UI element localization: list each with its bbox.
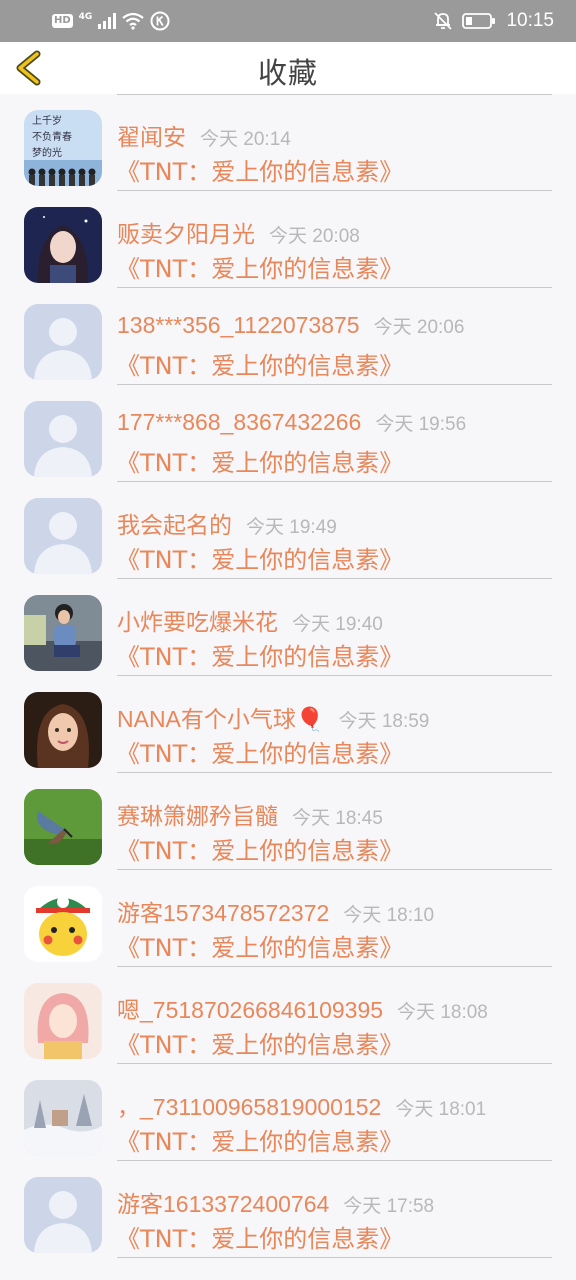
work-title: 《TNT：爱上你的信息素》 [116, 740, 404, 768]
row-divider [117, 1257, 552, 1258]
work-title: 《TNT：爱上你的信息素》 [116, 158, 404, 186]
avatar[interactable] [24, 498, 102, 574]
timestamp: 今天 18:45 [292, 808, 383, 829]
work-title: 《TNT：爱上你的信息素》 [116, 643, 404, 671]
avatar[interactable] [24, 789, 102, 865]
wifi-icon [122, 12, 145, 30]
work-title: 《TNT：爱上你的信息素》 [116, 1128, 404, 1156]
work-title: 《TNT：爱上你的信息素》 [116, 934, 404, 962]
list-item[interactable]: ，_731100965819000152 今天 18:01 《TNT：爱上你的信息… [0, 1064, 576, 1161]
list-item[interactable]: 游客1573478572372 今天 18:10 《TNT：爱上你的信息素》 [0, 870, 576, 967]
user-name-text: ，_731100965819000152 [117, 1094, 382, 1120]
avatar[interactable] [24, 401, 102, 477]
user-name-text: 177***868_8367432266 [117, 409, 362, 435]
list-item[interactable]: 上千岁不负青春 梦的光 翟闻安 今天 20:14 《TNT：爱上你的信息素》 [0, 94, 576, 191]
signal-icon [98, 13, 117, 29]
list-item[interactable]: 我会起名的 今天 19:49 《TNT：爱上你的信息素》 [0, 482, 576, 579]
user-name-text: 我会起名的 [117, 512, 232, 538]
status-time: 10:15 [506, 10, 554, 31]
list-item[interactable]: 贩卖夕阳月光 今天 20:08 《TNT：爱上你的信息素》 [0, 191, 576, 288]
work-title: 《TNT：爱上你的信息素》 [116, 449, 404, 477]
svg-text:梦的光: 梦的光 [32, 146, 62, 159]
status-right: 10:15 [434, 9, 554, 33]
user-name-text: 游客1613372400764 [117, 1191, 330, 1217]
work-title: 《TNT：爱上你的信息素》 [116, 837, 404, 865]
mute-bell-icon [434, 12, 453, 30]
avatar[interactable] [24, 692, 102, 768]
favorites-list: 上千岁不负青春 梦的光 翟闻安 今天 20:14 《TNT：爱上你的信息素》 贩卖… [0, 94, 576, 1258]
timestamp: 今天 19:56 [375, 414, 467, 435]
user-name: 小炸要吃爆米花 今天 19:40 [117, 603, 383, 637]
list-item[interactable]: NANA有个小气球🎈 今天 18:59 《TNT：爱上你的信息素》 [0, 676, 576, 773]
avatar[interactable] [24, 983, 102, 1059]
timestamp: 今天 18:10 [343, 905, 435, 926]
avatar[interactable] [24, 595, 102, 671]
user-name-text: 138***356_1122073875 [117, 312, 360, 338]
user-name: 138***356_1122073875 今天 20:06 [117, 312, 464, 339]
work-title: 《TNT：爱上你的信息素》 [116, 352, 404, 380]
timestamp: 今天 20:06 [373, 317, 465, 338]
user-name-text: 翟闻安 [117, 124, 186, 150]
user-name: 游客1573478572372 今天 18:10 [117, 894, 434, 928]
work-title: 《TNT：爱上你的信息素》 [116, 255, 404, 283]
work-title: 《TNT：爱上你的信息素》 [116, 546, 404, 574]
k-circle-icon [150, 11, 170, 31]
avatar[interactable]: 上千岁不负青春 梦的光 [24, 110, 102, 186]
status-bar: HD 4G 10:15 [0, 0, 576, 42]
user-name: 我会起名的 今天 19:49 [117, 506, 337, 540]
status-left: HD 4G [52, 9, 170, 33]
timestamp: 今天 19:40 [292, 614, 383, 635]
list-item[interactable]: 赛琳箫娜矜旨髓 今天 18:45 《TNT：爱上你的信息素》 [0, 773, 576, 870]
list-item[interactable]: 177***868_8367432266 今天 19:56 《TNT：爱上你的信息… [0, 385, 576, 482]
list-item[interactable]: 嗯_751870266846109395 今天 18:08 《TNT：爱上你的信息… [0, 967, 576, 1064]
user-name-text: 游客1573478572372 [117, 900, 330, 926]
hd-badge: HD [52, 14, 73, 28]
timestamp: 今天 18:59 [338, 711, 430, 732]
user-name: 177***868_8367432266 今天 19:56 [117, 409, 466, 436]
avatar[interactable] [24, 1080, 102, 1156]
user-name-text: NANA有个小气球🎈 [117, 706, 325, 732]
work-title: 《TNT：爱上你的信息素》 [116, 1225, 404, 1253]
user-name: 翟闻安 今天 20:14 [117, 118, 291, 152]
svg-text:上千岁: 上千岁 [32, 114, 62, 127]
user-name-text: 赛琳箫娜矜旨髓 [117, 803, 278, 829]
page-title: 收藏 [257, 56, 318, 90]
user-name: 赛琳箫娜矜旨髓 今天 18:45 [117, 797, 383, 831]
user-name: 嗯_751870266846109395 今天 18:08 [117, 991, 488, 1025]
timestamp: 今天 20:14 [200, 129, 291, 150]
list-item[interactable]: 小炸要吃爆米花 今天 19:40 《TNT：爱上你的信息素》 [0, 579, 576, 676]
user-name: NANA有个小气球🎈 今天 18:59 [117, 700, 429, 734]
timestamp: 今天 18:01 [395, 1099, 487, 1120]
avatar[interactable] [24, 304, 102, 380]
list-item[interactable]: 游客1613372400764 今天 17:58 《TNT：爱上你的信息素》 [0, 1161, 576, 1258]
user-name: 游客1613372400764 今天 17:58 [117, 1185, 434, 1219]
timestamp: 今天 17:58 [343, 1196, 435, 1217]
battery-icon [462, 13, 496, 29]
user-name-text: 嗯_751870266846109395 [117, 997, 384, 1023]
user-name-text: 贩卖夕阳月光 [117, 221, 255, 247]
timestamp: 今天 19:49 [246, 517, 337, 538]
list-item[interactable]: 138***356_1122073875 今天 20:06 《TNT：爱上你的信息… [0, 288, 576, 385]
svg-text:不负青春: 不负青春 [32, 130, 72, 143]
user-name: ，_731100965819000152 今天 18:01 [117, 1088, 486, 1122]
avatar[interactable] [24, 1177, 102, 1253]
work-title: 《TNT：爱上你的信息素》 [116, 1031, 404, 1059]
timestamp: 今天 18:08 [397, 1002, 488, 1023]
user-name: 贩卖夕阳月光 今天 20:08 [117, 215, 360, 249]
user-name-text: 小炸要吃爆米花 [117, 609, 278, 635]
timestamp: 今天 20:08 [269, 226, 360, 247]
avatar[interactable] [24, 886, 102, 962]
avatar[interactable] [24, 207, 102, 283]
network-type: 4G [78, 12, 93, 22]
header: 收藏 [0, 42, 576, 94]
